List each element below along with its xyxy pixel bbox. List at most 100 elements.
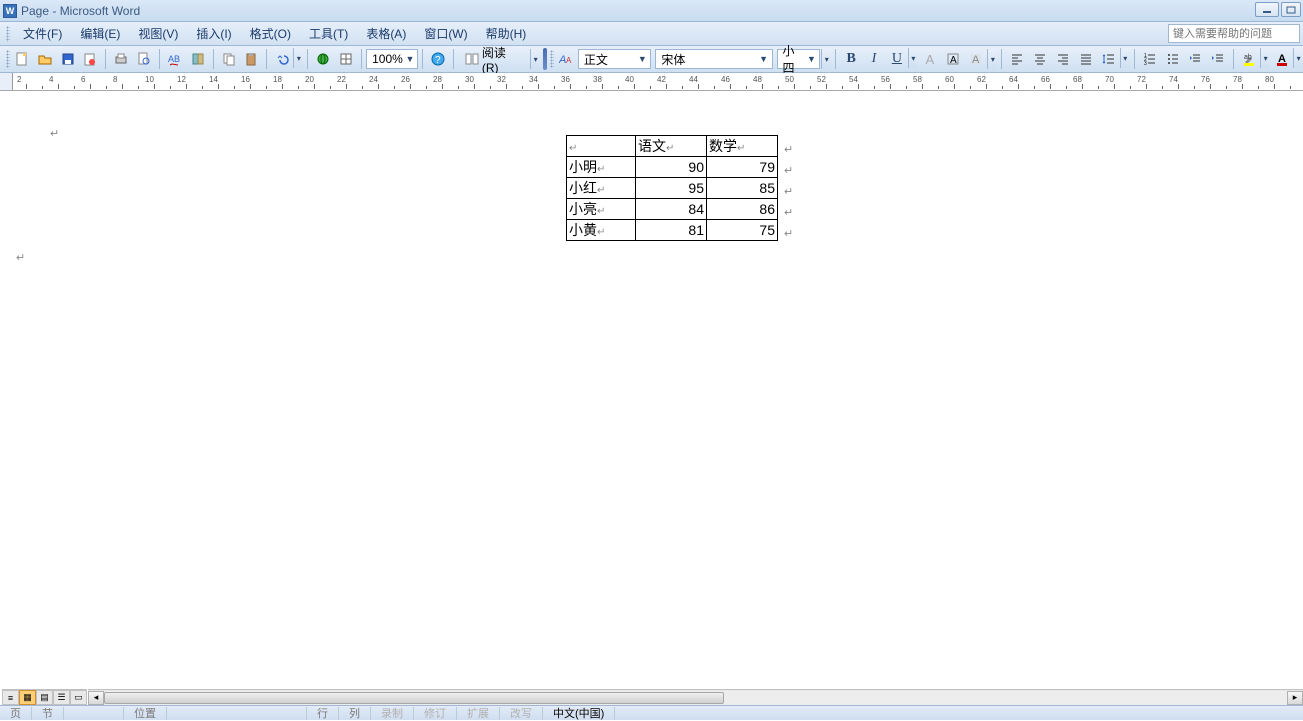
save-button[interactable]	[57, 48, 79, 70]
document-area[interactable]: ↵ ↵ 语文↵ 数学↵ 小明↵ 90 79 小红↵ 95 85 小亮↵ 84 8…	[0, 91, 1303, 689]
copy-button[interactable]	[218, 48, 240, 70]
line-spacing-dropdown[interactable]: ▾	[1120, 48, 1130, 68]
line-spacing-button[interactable]	[1098, 48, 1120, 70]
spelling-button[interactable]: AB	[164, 48, 186, 70]
table-cell[interactable]: 小明↵	[567, 157, 636, 178]
menu-edit[interactable]: 编辑(E)	[71, 22, 129, 45]
char-shading-button[interactable]: A	[965, 48, 987, 70]
table-cell[interactable]: 81	[636, 220, 707, 241]
tables-borders-button[interactable]	[335, 48, 357, 70]
help-search-input[interactable]	[1168, 24, 1300, 43]
size-dropdown[interactable]: ▾	[821, 49, 831, 69]
table-cell[interactable]: 75	[707, 220, 778, 241]
underline-dropdown[interactable]: ▾	[908, 48, 918, 68]
table-cell[interactable]: 86	[707, 199, 778, 220]
bold-button[interactable]: B	[840, 48, 862, 70]
grip-icon[interactable]	[550, 50, 554, 68]
table-cell[interactable]: 小黄↵	[567, 220, 636, 241]
reading-layout-button[interactable]: 阅读(R)	[458, 49, 529, 69]
scrollbar-thumb[interactable]	[104, 692, 724, 704]
align-center-button[interactable]	[1029, 48, 1051, 70]
increase-indent-button[interactable]	[1207, 48, 1229, 70]
undo-dropdown[interactable]: ▾	[293, 48, 303, 68]
menu-table[interactable]: 表格(A)	[357, 22, 415, 45]
highlight-dropdown[interactable]: ▾	[1260, 48, 1270, 68]
menu-tools[interactable]: 工具(T)	[300, 22, 357, 45]
menu-insert[interactable]: 插入(I)	[187, 22, 240, 45]
table-row: 小黄↵ 81 75	[567, 220, 778, 241]
status-rec[interactable]: 录制	[371, 707, 414, 720]
paste-button[interactable]	[241, 48, 263, 70]
svg-text:A: A	[566, 56, 572, 65]
style-combo[interactable]: 正文▼	[578, 49, 652, 69]
table-cell[interactable]: 小红↵	[567, 178, 636, 199]
new-doc-button[interactable]	[11, 48, 33, 70]
undo-button[interactable]	[271, 48, 293, 70]
permission-button[interactable]	[80, 48, 102, 70]
char-border-button[interactable]: A	[942, 48, 964, 70]
status-ovr[interactable]: 改写	[500, 707, 543, 720]
status-language[interactable]: 中文(中国)	[543, 707, 615, 720]
table-cell[interactable]: 小亮↵	[567, 199, 636, 220]
emphasis-button[interactable]: A	[919, 48, 941, 70]
menu-file[interactable]: 文件(F)	[14, 22, 71, 45]
underline-button[interactable]: U	[886, 48, 908, 70]
font-color-dropdown[interactable]: ▾	[1293, 48, 1303, 68]
menu-view[interactable]: 视图(V)	[129, 22, 187, 45]
print-button[interactable]	[110, 48, 132, 70]
table-cell[interactable]: 84	[636, 199, 707, 220]
font-color-button[interactable]: A	[1271, 48, 1293, 70]
zoom-combo[interactable]: 100%▼	[366, 49, 418, 69]
status-line: 行	[307, 707, 339, 720]
table-cell[interactable]: 79	[707, 157, 778, 178]
print-layout-view-button[interactable]: ▤	[36, 690, 53, 705]
table-row: 小明↵ 90 79	[567, 157, 778, 178]
font-combo[interactable]: 宋体▼	[655, 49, 772, 69]
horizontal-scrollbar[interactable]: ◂ ▸	[88, 689, 1303, 705]
paragraph-mark: ↵	[784, 185, 793, 198]
reading-view-button[interactable]: ▭	[70, 690, 87, 705]
table-header-cell[interactable]: 数学↵	[707, 136, 778, 157]
table-header-cell[interactable]: 语文↵	[636, 136, 707, 157]
menu-window[interactable]: 窗口(W)	[415, 22, 476, 45]
print-preview-button[interactable]	[133, 48, 155, 70]
font-size-combo[interactable]: 小四▼	[777, 49, 821, 69]
toolbar-options-dropdown[interactable]: ▾	[530, 49, 540, 69]
table-header-cell[interactable]: ↵	[567, 136, 636, 157]
numbering-button[interactable]: 123	[1139, 48, 1161, 70]
scroll-right-button[interactable]: ▸	[1287, 691, 1303, 705]
status-column: 列	[339, 707, 371, 720]
normal-view-button[interactable]: ≡	[2, 690, 19, 705]
decrease-indent-button[interactable]	[1184, 48, 1206, 70]
help-button[interactable]: ?	[427, 48, 449, 70]
outline-view-button[interactable]: ☰	[53, 690, 70, 705]
styles-pane-button[interactable]: AA	[555, 48, 577, 70]
scroll-left-button[interactable]: ◂	[88, 691, 104, 705]
table-cell[interactable]: 95	[636, 178, 707, 199]
char-dropdown[interactable]: ▾	[987, 49, 997, 69]
align-left-button[interactable]	[1006, 48, 1028, 70]
bullets-button[interactable]	[1162, 48, 1184, 70]
svg-text:AB: AB	[168, 54, 180, 64]
grip-icon[interactable]	[6, 50, 10, 68]
align-right-button[interactable]	[1052, 48, 1074, 70]
status-position: 位置	[124, 707, 167, 720]
status-rev[interactable]: 修订	[414, 707, 457, 720]
italic-button[interactable]: I	[863, 48, 885, 70]
menu-format[interactable]: 格式(O)	[241, 22, 300, 45]
highlight-button[interactable]: ab	[1238, 48, 1260, 70]
status-ext[interactable]: 扩展	[457, 707, 500, 720]
minimize-button[interactable]	[1255, 2, 1279, 17]
web-layout-view-button[interactable]: ▦	[19, 690, 36, 705]
document-table[interactable]: ↵ 语文↵ 数学↵ 小明↵ 90 79 小红↵ 95 85 小亮↵ 84 86 …	[566, 135, 778, 241]
horizontal-ruler[interactable]: 2468101214161820222426283032343638404244…	[0, 73, 1303, 91]
align-distribute-button[interactable]	[1075, 48, 1097, 70]
hyperlink-button[interactable]	[312, 48, 334, 70]
table-cell[interactable]: 85	[707, 178, 778, 199]
table-cell[interactable]: 90	[636, 157, 707, 178]
open-button[interactable]	[34, 48, 56, 70]
grip-icon[interactable]	[6, 26, 10, 42]
research-button[interactable]	[187, 48, 209, 70]
menu-help[interactable]: 帮助(H)	[477, 22, 536, 45]
maximize-button[interactable]	[1281, 2, 1301, 17]
